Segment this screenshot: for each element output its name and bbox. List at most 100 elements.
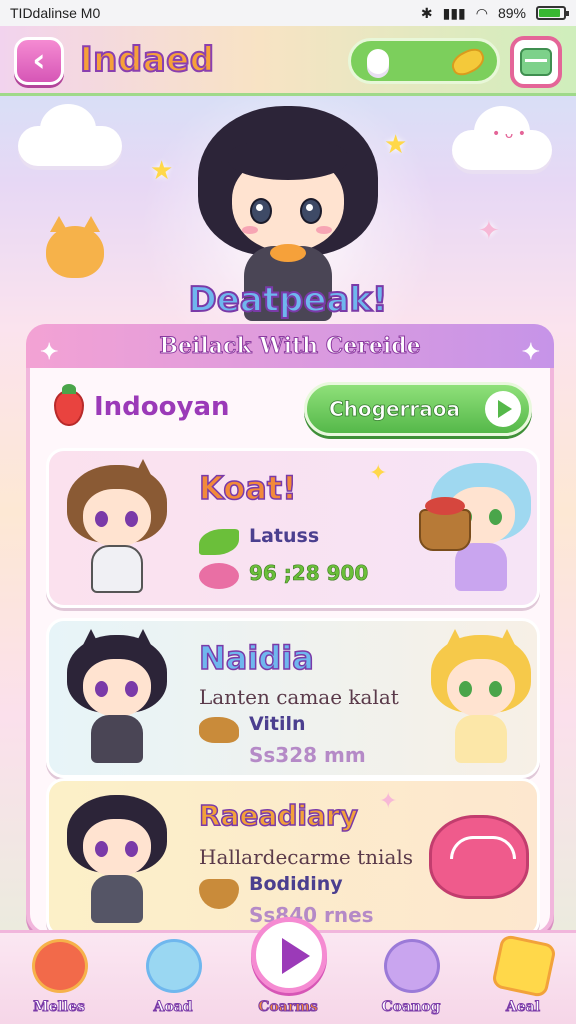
- card-stat-label: Bodidiny: [249, 873, 343, 895]
- card-title: Koat!: [198, 468, 297, 508]
- panel-title: Beilack With Cereide: [159, 333, 421, 360]
- sparkle-icon: ✦: [369, 461, 388, 486]
- character-eye: [95, 841, 108, 857]
- character-body: [91, 875, 143, 923]
- signal-icon: ▮▮▮: [442, 4, 466, 21]
- vegetable-basket-icon: [419, 497, 471, 551]
- sparkle-icon: ✦: [521, 339, 540, 365]
- card-stat-value: Ss328 mm: [249, 743, 366, 767]
- strawberry-icon: [54, 384, 84, 426]
- star-icon: [490, 933, 558, 999]
- battery-icon: [536, 6, 569, 20]
- nav-label: Coanog: [381, 999, 441, 1016]
- play-arrow-icon: [485, 391, 521, 427]
- hero-blush: [316, 226, 332, 234]
- nav-label: Coarms: [258, 999, 319, 1016]
- bear-ear: [443, 629, 467, 653]
- character-portrait: [63, 459, 171, 599]
- hero-eye: [300, 198, 322, 224]
- nav-item-coanog[interactable]: Coanog: [366, 937, 456, 1024]
- cloud-decoration-right: • ᴗ •: [452, 106, 552, 170]
- nav-item-aeal[interactable]: Aeal: [478, 933, 568, 1024]
- candy-icon: [199, 563, 239, 589]
- action-button[interactable]: Chogerraoa: [304, 382, 532, 436]
- character-face: [83, 659, 151, 717]
- character-eye: [95, 511, 108, 527]
- character-body: [91, 545, 143, 593]
- bluetooth-icon: ✱: [420, 4, 433, 21]
- ghost-creature-icon: [384, 939, 440, 993]
- character-card[interactable]: Raeadiary Hallardecarme tnials Bodidiny …: [46, 778, 540, 938]
- character-face: [447, 659, 515, 717]
- card-title: Naidia: [198, 638, 314, 678]
- card-subtitle: Lanten camae kalat: [199, 685, 399, 709]
- nav-label: Melles: [33, 999, 86, 1016]
- battery-level: [539, 9, 561, 17]
- play-icon: [251, 917, 327, 993]
- cloud-decoration-left: [18, 104, 122, 166]
- character-eye: [125, 841, 138, 857]
- chevron-left-icon: ‹: [32, 41, 46, 79]
- character-body: [455, 543, 507, 591]
- hero-bow: [270, 244, 306, 262]
- menu-button[interactable]: [510, 36, 562, 88]
- character-eye: [459, 681, 472, 697]
- menu-icon: [520, 48, 552, 76]
- character-eye: [489, 509, 502, 525]
- star-icon: ★: [384, 130, 408, 160]
- card-stat-label: Vitiln: [249, 713, 306, 735]
- nav-item-coarms[interactable]: Coarms: [243, 917, 333, 1016]
- bottom-nav: Melles Aoad Coarms Coanog Aeal: [0, 917, 576, 1024]
- nav-item-aoad[interactable]: Aoad: [128, 937, 218, 1024]
- character-face: [83, 489, 151, 547]
- hero-caption: Deatpeak!: [188, 279, 389, 321]
- card-subtitle: Hallardecarme tnials: [199, 845, 414, 869]
- character-eye: [125, 511, 138, 527]
- cloud-icon: ☁: [367, 49, 389, 74]
- battery-percent: 89%: [497, 5, 526, 21]
- top-bar: ‹ Indaed ☁: [0, 26, 576, 96]
- character-face: [83, 819, 151, 877]
- character-eye: [95, 681, 108, 697]
- star-icon: ✦: [478, 216, 500, 246]
- status-icons: ✱ ▮▮▮ ◠ 89%: [420, 4, 569, 22]
- sparkle-icon: ✦: [40, 339, 59, 365]
- cloud-face-icon: • ᴗ •: [492, 126, 526, 142]
- character-card[interactable]: Koat! Latuss 96 ;28 900 ✦: [46, 448, 540, 608]
- character-portrait: [63, 789, 171, 929]
- basket-icon: [199, 879, 239, 909]
- hero-blush: [242, 226, 258, 234]
- coin-icon: [447, 44, 489, 80]
- sparkle-icon: ✦: [379, 789, 398, 814]
- character-body: [91, 715, 143, 763]
- pink-pillow-icon: [429, 815, 529, 899]
- cat-ear: [79, 629, 103, 653]
- bear-ear: [495, 629, 519, 653]
- hero-bangs: [228, 140, 348, 180]
- fruit-creature-icon: [32, 939, 88, 993]
- hero-banner: • ᴗ • ★ ★ ✦ Deatpeak!: [0, 96, 576, 326]
- character-eye: [489, 681, 502, 697]
- panel-subheader: Indooyan Chogerraoa: [48, 378, 538, 440]
- panel-header: ✦ Beilack With Cereide ✦: [26, 324, 554, 368]
- character-portrait: [427, 629, 535, 769]
- dog-icon: [199, 717, 239, 743]
- nav-item-melles[interactable]: Melles: [14, 937, 104, 1024]
- card-stat-value: 96 ;28 900: [249, 561, 369, 586]
- currency-pill[interactable]: ☁: [348, 38, 500, 84]
- status-bar: TIDdalinse M0 ✱ ▮▮▮ ◠ 89%: [0, 0, 576, 26]
- character-portrait: [63, 629, 171, 769]
- back-button[interactable]: ‹: [14, 37, 64, 85]
- cat-ear: [131, 459, 155, 483]
- character-card[interactable]: Naidia Lanten camae kalat Vitiln Ss328 m…: [46, 618, 540, 778]
- action-button-label: Chogerraoa: [329, 397, 461, 422]
- character-body: [455, 715, 507, 763]
- blob-creature-icon: [146, 939, 202, 993]
- character-eye: [125, 681, 138, 697]
- leaf-icon: [199, 529, 239, 555]
- hero-eye: [250, 198, 272, 224]
- character-panel: ✦ Beilack With Cereide ✦ Indooyan Choger…: [26, 324, 554, 938]
- nav-label: Aeal: [505, 999, 541, 1016]
- game-title: Indaed: [79, 39, 215, 81]
- wifi-icon: ◠: [475, 4, 488, 21]
